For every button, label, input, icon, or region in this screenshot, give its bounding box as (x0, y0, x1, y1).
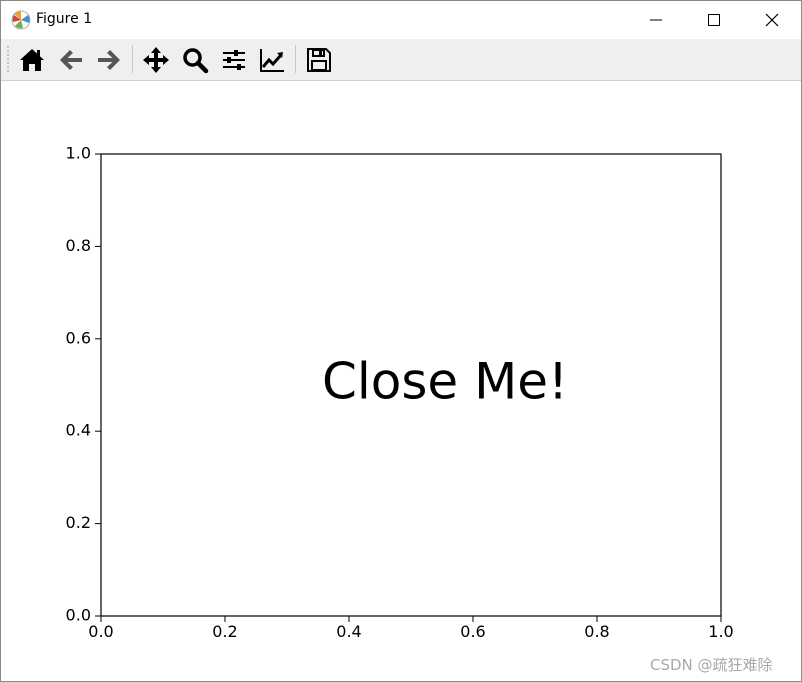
minimize-icon (650, 19, 662, 21)
toolbar-grip[interactable] (7, 45, 9, 73)
x-tick-label: 0.2 (212, 622, 237, 641)
arrow-right-icon (98, 50, 120, 70)
toolbar-separator (295, 45, 296, 73)
x-tick-label: 0.0 (88, 622, 113, 641)
close-button[interactable] (743, 1, 801, 39)
maximize-icon (708, 14, 720, 26)
zoom-button[interactable] (179, 44, 211, 76)
sliders-icon (223, 50, 245, 70)
maximize-button[interactable] (685, 1, 743, 39)
watermark: CSDN @疏狂难除 (650, 656, 773, 674)
save-button[interactable] (303, 44, 335, 76)
home-button[interactable] (16, 44, 48, 76)
close-icon (765, 13, 779, 27)
window-title: Figure 1 (36, 11, 93, 27)
x-tick-label: 0.4 (336, 622, 361, 641)
y-tick-label: 0.0 (66, 606, 91, 625)
move-icon (143, 47, 169, 73)
forward-button[interactable] (93, 44, 125, 76)
figure-window: Figure 1 0.0 0.2 0.4 0.6 0.8 1.0 0.0 0.2… (0, 0, 802, 682)
y-tick-label: 1.0 (66, 144, 91, 163)
x-tick-label: 0.8 (584, 622, 609, 641)
magnifier-icon (183, 48, 209, 74)
y-tick-label: 0.8 (66, 236, 91, 255)
y-tick-label: 0.6 (66, 328, 91, 347)
minimize-button[interactable] (627, 1, 685, 39)
x-tick-label: 1.0 (708, 622, 733, 641)
home-icon (20, 49, 44, 71)
pan-button[interactable] (140, 44, 172, 76)
subplots-button[interactable] (218, 44, 250, 76)
x-tick-label: 0.6 (460, 622, 485, 641)
title-bar[interactable]: Figure 1 (1, 1, 801, 39)
customize-button[interactable] (256, 44, 288, 76)
y-tick-label: 0.4 (66, 421, 91, 440)
back-button[interactable] (55, 44, 87, 76)
matplotlib-icon (11, 10, 31, 30)
navigation-toolbar (1, 39, 801, 81)
toolbar-separator (132, 45, 133, 73)
figure-canvas[interactable]: 0.0 0.2 0.4 0.6 0.8 1.0 0.0 0.2 0.4 0.6 0.8 1.0 Cl… (1, 81, 801, 681)
line-chart-icon (260, 49, 284, 72)
y-tick-label: 0.2 (66, 513, 91, 532)
close-me-text: Close Me! (322, 353, 568, 411)
arrow-left-icon (60, 50, 82, 70)
floppy-icon (307, 48, 331, 72)
plot-svg[interactable]: 0.0 0.2 0.4 0.6 0.8 1.0 0.0 0.2 0.4 0.6 0.8 1.0 Cl… (1, 81, 801, 681)
